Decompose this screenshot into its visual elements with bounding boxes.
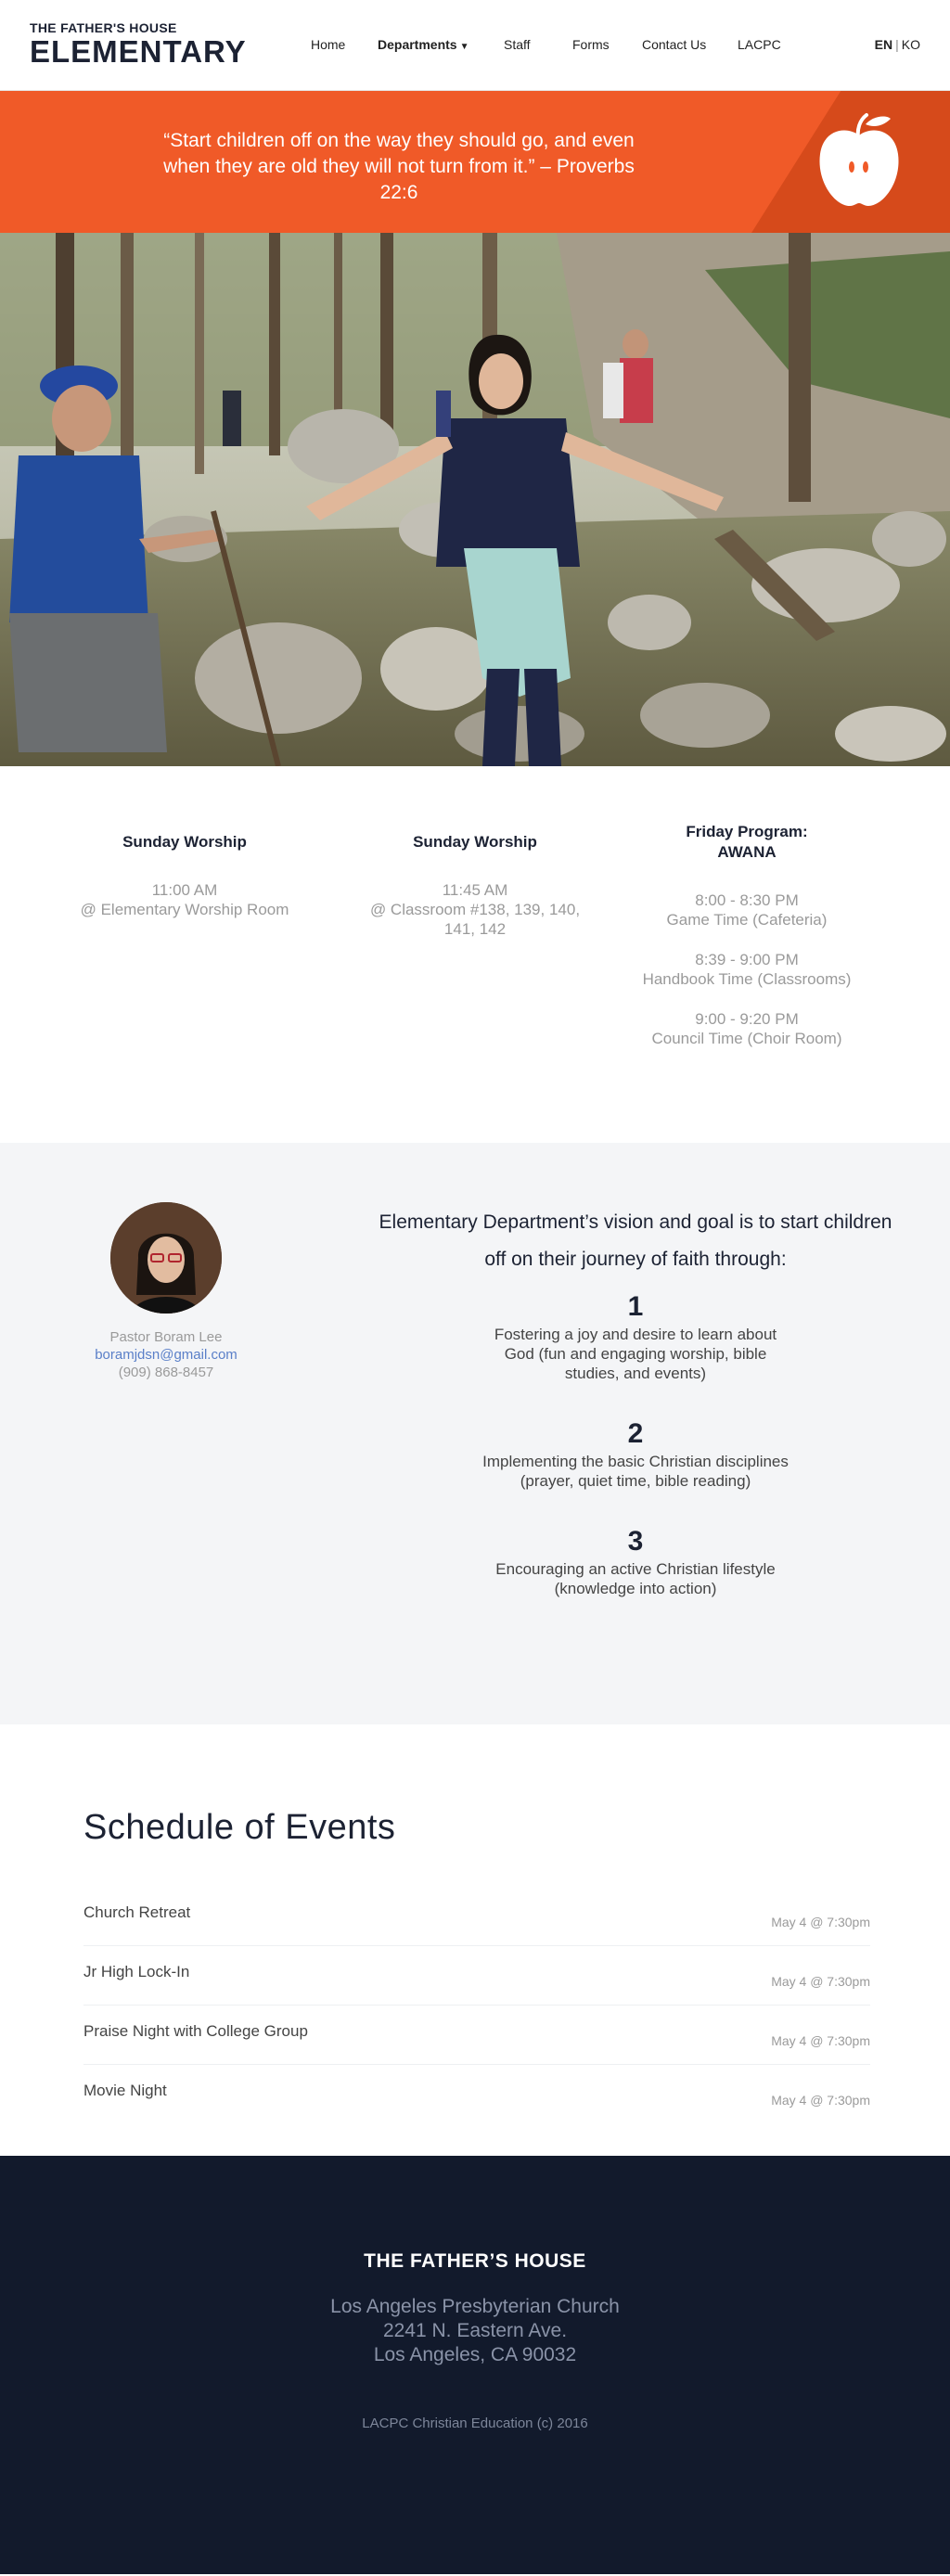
event-row[interactable]: Jr High Lock-In May 4 @ 7:30pm [83, 1946, 870, 2006]
service-title: Friday Program: AWANA [686, 823, 808, 861]
site-logo[interactable]: THE FATHER'S HOUSE ELEMENTARY [30, 20, 247, 69]
service-time: 8:00 - 8:30 PM Game Time (Cafeteria) [666, 891, 828, 929]
events-title: Schedule of Events [83, 1808, 396, 1847]
event-row[interactable]: Church Retreat May 4 @ 7:30pm [83, 1887, 870, 1946]
service-time: 9:00 - 9:20 PM Council Time (Choir Room) [651, 1010, 842, 1047]
language-switcher: EN | KO [875, 37, 920, 52]
goal-number: 3 [627, 1526, 644, 1557]
footer-copyright: LACPC Christian Education (c) 2016 [362, 2416, 588, 2431]
event-date: May 4 @ 7:30pm [771, 2093, 870, 2108]
apple-icon [813, 109, 905, 211]
event-date: May 4 @ 7:30pm [771, 1915, 870, 1929]
pastor-card: Pastor Boram Lee boramjdsn@gmail.com (90… [59, 1202, 273, 1381]
lang-ko[interactable]: KO [902, 37, 920, 52]
address-line: Los Angeles Presbyterian Church [330, 2296, 620, 2317]
nav-forms[interactable]: Forms [572, 37, 642, 52]
service-column: Sunday Worship 11:00 AM @ Elementary Wors… [69, 822, 301, 919]
service-time: 8:39 - 9:00 PM Handbook Time (Classrooms) [642, 951, 852, 988]
service-column: Friday Program: AWANA 8:00 - 8:30 PM Game … [631, 822, 863, 1048]
events-list: Church Retreat May 4 @ 7:30pm Jr High Lo… [83, 1887, 870, 2124]
address-line: Los Angeles, CA 90032 [373, 2344, 577, 2365]
lang-en[interactable]: EN [875, 37, 892, 52]
site-header: THE FATHER'S HOUSE ELEMENTARY Home Depar… [0, 0, 950, 91]
lang-separator: | [895, 37, 899, 52]
event-name: Jr High Lock-In [83, 1963, 190, 1980]
event-date: May 4 @ 7:30pm [771, 2033, 870, 2048]
service-title: Sunday Worship [413, 833, 537, 851]
avatar [110, 1202, 222, 1314]
goal-item: 1 Fostering a joy and desire to learn ab… [371, 1291, 900, 1383]
service-title: Sunday Worship [122, 833, 247, 851]
footer-address: Los Angeles Presbyterian Church 2241 N. … [0, 2295, 950, 2367]
vision-heading: Elementary Department’s vision and goal … [379, 1211, 892, 1270]
event-row[interactable]: Praise Night with College Group May 4 @ … [83, 2006, 870, 2065]
pastor-name: Pastor Boram Lee [109, 1329, 223, 1345]
vision-section: Pastor Boram Lee boramjdsn@gmail.com (90… [0, 1143, 950, 1724]
goal-text: Encouraging an active Christian lifestyl… [495, 1560, 776, 1597]
goal-number: 2 [627, 1418, 644, 1449]
site-footer: THE FATHER’S HOUSE Los Angeles Presbyter… [0, 2156, 950, 2574]
goal-number: 1 [627, 1291, 644, 1322]
nav-departments[interactable]: Departments ▼ [378, 37, 504, 52]
pastor-email-link[interactable]: boramjdsn@gmail.com [59, 1346, 273, 1364]
caret-down-icon: ▼ [459, 42, 469, 52]
service-column: Sunday Worship 11:45 AM @ Classroom #138,… [359, 822, 591, 939]
footer-title: THE FATHER’S HOUSE [364, 2250, 586, 2272]
banner-quote: “Start children off on the way they shou… [163, 130, 635, 203]
service-time: 11:00 AM @ Elementary Worship Room [80, 881, 289, 918]
event-date: May 4 @ 7:30pm [771, 1974, 870, 1989]
services-section: Sunday Worship 11:00 AM @ Elementary Wors… [0, 766, 950, 1143]
goal-text: Implementing the basic Christian discipl… [482, 1453, 789, 1490]
nav-contact-us[interactable]: Contact Us [642, 37, 738, 52]
events-section: Schedule of Events Church Retreat May 4 … [0, 1724, 950, 2156]
event-name: Praise Night with College Group [83, 2022, 308, 2040]
quote-banner: “Start children off on the way they shou… [0, 91, 950, 233]
hero-photo [0, 233, 950, 766]
main-nav: Home Departments ▼ Staff Forms Contact Us… [311, 37, 793, 52]
event-name: Movie Night [83, 2082, 167, 2099]
nav-home[interactable]: Home [311, 37, 378, 52]
goal-item: 2 Implementing the basic Christian disci… [371, 1418, 900, 1491]
nav-departments-label: Departments [378, 37, 457, 52]
nav-staff[interactable]: Staff [504, 37, 572, 52]
event-row[interactable]: Movie Night May 4 @ 7:30pm [83, 2065, 870, 2124]
service-time: 11:45 AM @ Classroom #138, 139, 140, 141,… [369, 881, 581, 938]
goal-item: 3 Encouraging an active Christian lifest… [371, 1526, 900, 1598]
address-line: 2241 N. Eastern Ave. [382, 2320, 568, 2341]
goal-text: Fostering a joy and desire to learn abou… [494, 1326, 777, 1382]
event-name: Church Retreat [83, 1903, 191, 1921]
vision-statement: Elementary Department’s vision and goal … [371, 1204, 900, 1598]
pastor-phone: (909) 868-8457 [118, 1365, 214, 1380]
nav-lacpc[interactable]: LACPC [738, 37, 793, 52]
logo-main-text: ELEMENTARY [30, 34, 247, 69]
logo-top-text: THE FATHER'S HOUSE [30, 20, 177, 35]
